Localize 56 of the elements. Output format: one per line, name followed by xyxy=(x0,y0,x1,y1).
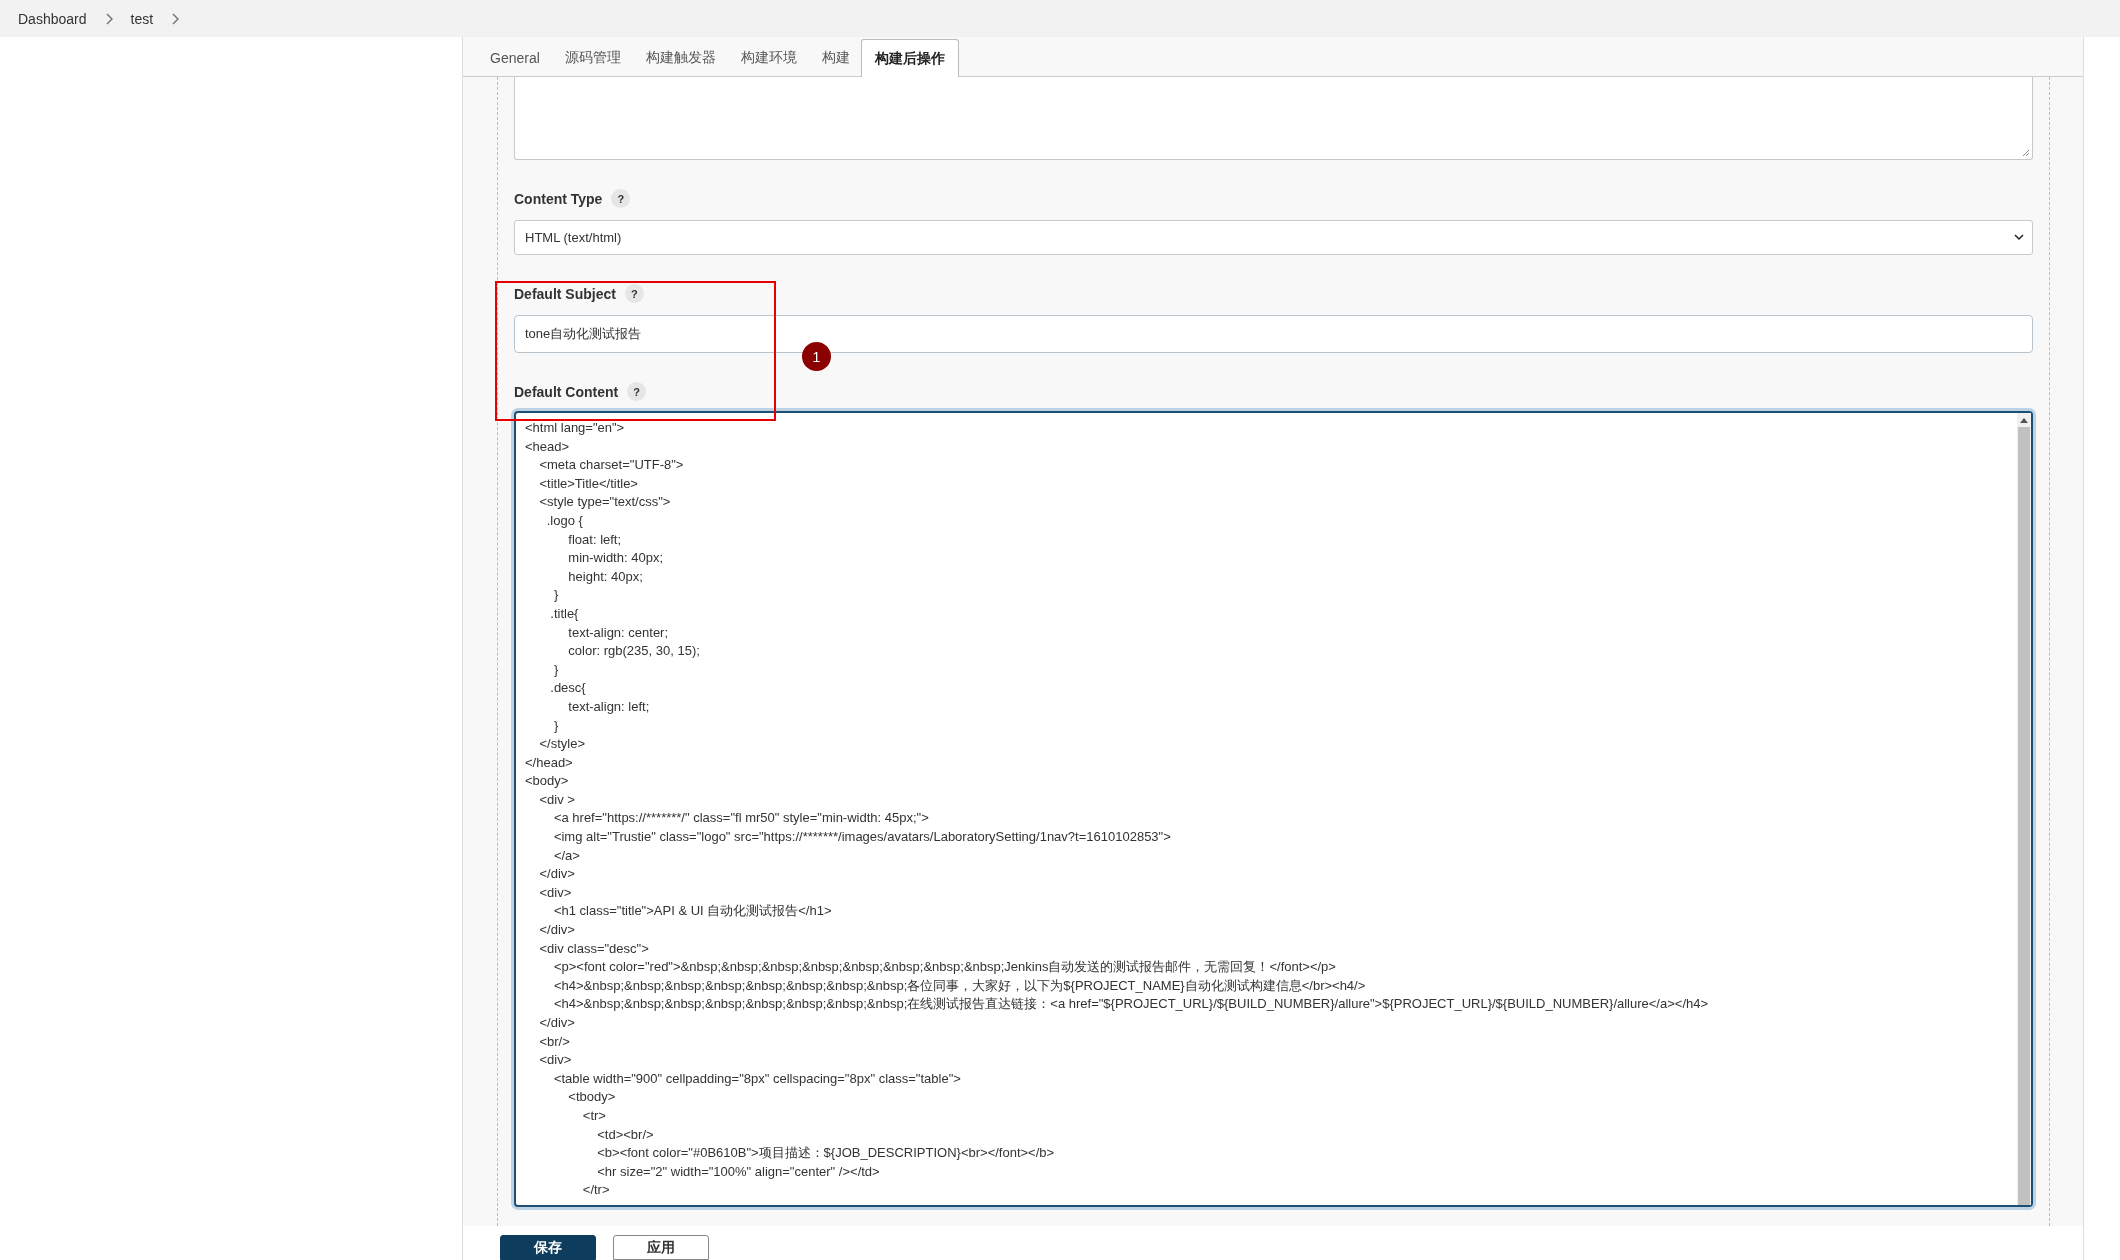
code-line: <style type="text/css"> xyxy=(538,493,672,512)
code-line: <div class="desc"> xyxy=(538,939,650,958)
code-line: } xyxy=(552,660,560,679)
field-label: Content Type xyxy=(514,190,603,207)
help-button[interactable]: ? xyxy=(627,382,647,401)
code-line: <br/> xyxy=(538,1032,571,1051)
code-line: </div> xyxy=(538,921,576,940)
code-line: </div> xyxy=(538,1014,576,1032)
code-line: <a href="https://*******/" class="fl mr50" style="min-width: 45px;"> xyxy=(552,809,930,828)
field-label: Default Content xyxy=(514,383,619,400)
dropdown[interactable]: HTML (text/html) xyxy=(514,220,2033,255)
code-line: <hr size="2" width="100%" align="center" /></td> xyxy=(596,1162,881,1181)
field-label: Default Subject xyxy=(514,285,616,302)
code-line: <title>Title</title> xyxy=(538,474,639,493)
code-line: <div> xyxy=(538,1051,573,1070)
code-line: float: left; xyxy=(567,530,623,549)
dropdown-value: HTML (text/html) xyxy=(525,230,622,245)
text-field[interactable]: tone自动化测试报告 xyxy=(514,315,2033,353)
breadcrumb-link[interactable]: test xyxy=(130,10,154,27)
code-line: text-align: left; xyxy=(567,697,651,716)
apply-button[interactable]: 应用 xyxy=(613,1235,709,1260)
code-line: text-align: center; xyxy=(567,623,670,642)
code-line: <tr> xyxy=(581,1106,607,1125)
code-line: .desc{ xyxy=(549,679,587,698)
code-line: <td><br/> xyxy=(596,1125,655,1144)
tab[interactable]: 构建后操作 xyxy=(860,39,959,77)
code-line: </a> xyxy=(552,846,581,865)
code-line: min-width: 40px; xyxy=(567,549,664,568)
code-line: <p><font color="red">&nbsp;&nbsp;&nbsp;&nbsp;&nbsp;&nbsp;&nbsp;&nbsp;Jenkins自动发送的测试报告邮件，无需回复！</font></p> xyxy=(552,958,1337,977)
code-line: <meta charset="UTF-8"> xyxy=(538,456,685,475)
code-line: <h4>&nbsp;&nbsp;&nbsp;&nbsp;&nbsp;&nbsp;&nbsp;&nbsp;各位同事，大家好，以下为${PROJECT_NAME}自动化测试构建信息</br><h4/> xyxy=(552,976,1367,995)
code-line: </style> xyxy=(538,735,586,754)
code-line: </div> xyxy=(538,865,576,884)
code-line: <body> xyxy=(525,772,570,791)
code-line: <table width="900" cellpadding="8px" cellspacing="8px" class="table"> xyxy=(552,1069,962,1088)
code-line: <h4>&nbsp;&nbsp;&nbsp;&nbsp;&nbsp;&nbsp;&nbsp;&nbsp;在线测试报告直达链接：<a href="${PROJECT_URL}/${BUILD_NUMBER}/allure">${PROJECT_URL}/${BUILD_NUMBER}/allure</a></h4> xyxy=(552,995,1710,1014)
code-line: <h1 class="title">API & UI 自动化测试报告</h1> xyxy=(552,902,833,921)
code-line: <div > xyxy=(538,790,576,809)
code-line: color: rgb(235, 30, 15); xyxy=(567,642,701,661)
code-line: <div> xyxy=(538,883,573,902)
help-button[interactable]: ? xyxy=(611,189,631,208)
help-button[interactable]: ? xyxy=(624,284,644,303)
code-line: <b><font color="#0B610B">项目描述：${JOB_DESCRIPTION}<br></font></b> xyxy=(596,1144,1056,1163)
code-line: <html lang="en"> xyxy=(525,419,626,437)
code-line: height: 40px; xyxy=(567,567,644,586)
code-line: </head> xyxy=(525,753,574,772)
code-line: .title{ xyxy=(549,604,580,623)
code-line: } xyxy=(552,716,560,735)
save-button[interactable]: 保存 xyxy=(500,1235,596,1260)
code-line: .logo { xyxy=(545,511,584,530)
code-line: </tr> xyxy=(581,1181,611,1200)
code-line: <img alt="Trustie" class="logo" src="https://*******/images/avatars/LaboratorySetting/1nav?t=1610102853"> xyxy=(552,828,1172,847)
code-line: <tbody> xyxy=(567,1088,617,1107)
code-line: } xyxy=(552,586,560,605)
breadcrumb-link[interactable]: Dashboard xyxy=(18,10,87,27)
code-line: <head> xyxy=(525,437,571,456)
